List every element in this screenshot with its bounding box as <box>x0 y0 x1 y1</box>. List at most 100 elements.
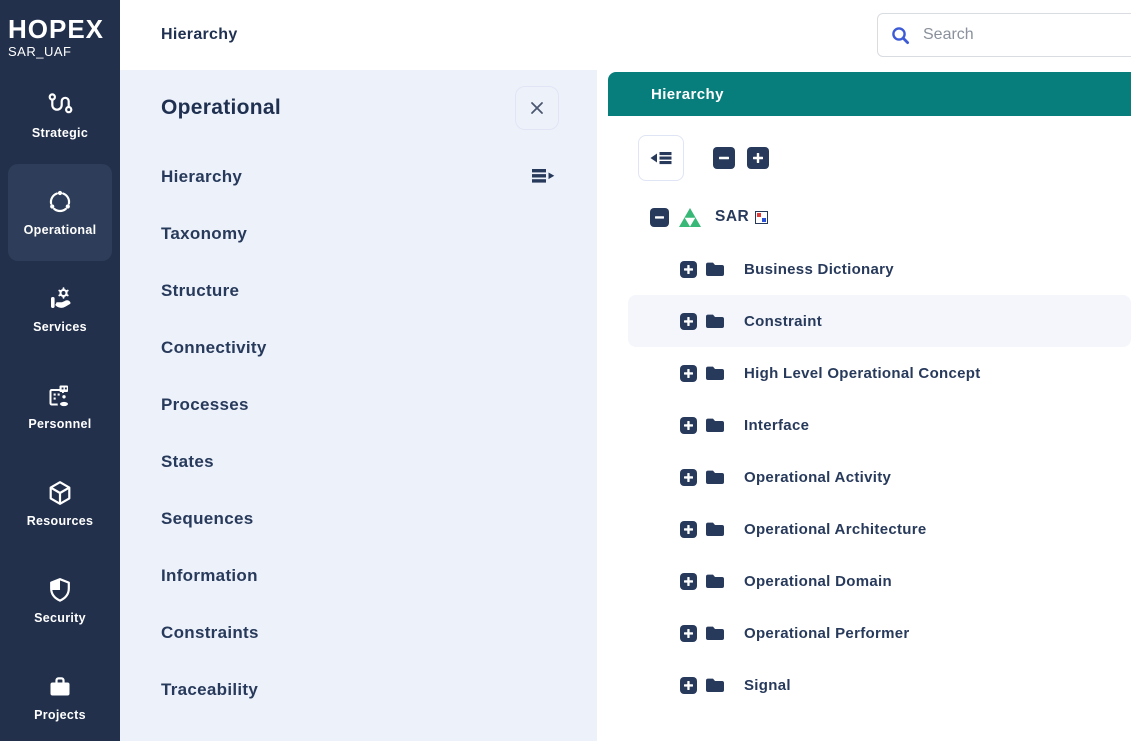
tree-node-label[interactable]: Interface <box>744 417 809 434</box>
open-list-icon[interactable] <box>531 166 557 188</box>
sidebar-item-label: Personnel <box>28 417 91 431</box>
expand-node-icon[interactable] <box>680 521 697 538</box>
tree-node-operational-domain[interactable]: Operational Domain <box>628 555 1131 607</box>
main-area: Hierarchy Operational <box>120 0 1131 741</box>
menu-item-label: Traceability <box>161 680 258 700</box>
expand-node-icon[interactable] <box>680 625 697 642</box>
tree-root-row[interactable]: SAR <box>628 191 1131 243</box>
model-triangle-icon <box>679 208 701 227</box>
search-input[interactable] <box>921 25 1131 45</box>
menu-item-information[interactable]: Information <box>120 547 597 604</box>
menu-item-hierarchy[interactable]: Hierarchy <box>120 148 597 205</box>
menu-panel-header: Operational <box>120 86 597 130</box>
shield-icon <box>45 576 75 604</box>
folder-icon <box>704 364 726 382</box>
sidebar-item-operational[interactable]: Operational <box>8 164 112 261</box>
route-icon <box>45 91 75 119</box>
menu-item-constraints[interactable]: Constraints <box>120 604 597 661</box>
expand-node-icon[interactable] <box>680 365 697 382</box>
sidebar-nav: Strategic <box>0 67 120 746</box>
sidebar-item-label: Resources <box>27 514 94 528</box>
folder-icon <box>704 260 726 278</box>
close-icon <box>527 98 547 118</box>
sidebar-item-label: Services <box>33 320 87 334</box>
menu-item-label: Taxonomy <box>161 224 247 244</box>
collapse-all-button[interactable] <box>713 147 735 169</box>
tree-node-interface[interactable]: Interface <box>628 399 1131 451</box>
sidebar-item-label: Projects <box>34 708 86 722</box>
tree-node-label[interactable]: Signal <box>744 677 791 694</box>
tree-node-label[interactable]: Operational Performer <box>744 625 910 642</box>
sidebar-item-services[interactable]: Services <box>8 261 112 358</box>
hierarchy-panel-title: Hierarchy <box>651 86 724 103</box>
folder-icon <box>704 520 726 538</box>
briefcase-icon <box>45 673 75 701</box>
hierarchy-panel-header: Hierarchy <box>608 72 1131 116</box>
menu-panel-title: Operational <box>161 96 281 120</box>
menu-item-processes[interactable]: Processes <box>120 376 597 433</box>
tree-node-business-dictionary[interactable]: Business Dictionary <box>628 243 1131 295</box>
menu-item-states[interactable]: States <box>120 433 597 490</box>
menu-item-structure[interactable]: Structure <box>120 262 597 319</box>
expand-node-icon[interactable] <box>680 313 697 330</box>
expand-node-icon[interactable] <box>680 417 697 434</box>
app-logo: HOPEX SAR_UAF <box>0 0 120 59</box>
tree-node-label[interactable]: Operational Activity <box>744 469 891 486</box>
tree-toolbar <box>638 135 1131 181</box>
sidebar-item-resources[interactable]: Resources <box>8 455 112 552</box>
logo-subtitle: SAR_UAF <box>8 44 112 59</box>
expand-node-icon[interactable] <box>680 677 697 694</box>
sidebar-item-personnel[interactable]: Personnel <box>8 358 112 455</box>
tree-node-operational-architecture[interactable]: Operational Architecture <box>628 503 1131 555</box>
tree-node-label[interactable]: Operational Domain <box>744 573 892 590</box>
menu-item-sequences[interactable]: Sequences <box>120 490 597 547</box>
collapse-node-icon[interactable] <box>650 208 669 227</box>
sidebar: HOPEX SAR_UAF Strategic <box>0 0 120 741</box>
menu-item-label: Processes <box>161 395 249 415</box>
logo-title: HOPEX <box>8 16 112 43</box>
menu-item-label: Sequences <box>161 509 253 529</box>
tree-node-signal[interactable]: Signal <box>628 659 1131 711</box>
tree-root-label[interactable]: SAR <box>715 208 749 226</box>
menu-item-connectivity[interactable]: Connectivity <box>120 319 597 376</box>
close-panel-button[interactable] <box>515 86 559 130</box>
sidebar-item-label: Security <box>34 611 86 625</box>
expand-all-button[interactable] <box>747 147 769 169</box>
sidebar-item-label: Operational <box>24 223 97 237</box>
collapse-tree-icon <box>648 145 674 171</box>
sidebar-item-security[interactable]: Security <box>8 552 112 649</box>
hierarchy-tree: SAR Business Dictionary <box>608 191 1131 711</box>
tree-node-label[interactable]: High Level Operational Concept <box>744 365 981 382</box>
sidebar-item-strategic[interactable]: Strategic <box>8 67 112 164</box>
collapse-tree-button[interactable] <box>638 135 684 181</box>
model-status-badge-icon <box>755 211 768 224</box>
global-search[interactable] <box>877 13 1131 57</box>
search-icon <box>890 25 911 46</box>
menu-item-label: Hierarchy <box>161 167 242 187</box>
plus-icon <box>752 152 764 164</box>
tree-node-high-level-operational-concept[interactable]: High Level Operational Concept <box>628 347 1131 399</box>
folder-icon <box>704 624 726 642</box>
tree-node-label[interactable]: Constraint <box>744 313 822 330</box>
tree-node-label[interactable]: Business Dictionary <box>744 261 894 278</box>
menu-item-label: Information <box>161 566 258 586</box>
sidebar-item-label: Strategic <box>32 126 88 140</box>
menu-item-taxonomy[interactable]: Taxonomy <box>120 205 597 262</box>
expand-node-icon[interactable] <box>680 261 697 278</box>
top-header: Hierarchy <box>120 0 1131 70</box>
expand-node-icon[interactable] <box>680 573 697 590</box>
expand-node-icon[interactable] <box>680 469 697 486</box>
content-area: Operational Hierarchy <box>120 70 1131 741</box>
minus-icon <box>718 152 730 164</box>
tree-node-operational-performer[interactable]: Operational Performer <box>628 607 1131 659</box>
operational-menu-panel: Operational Hierarchy <box>120 70 597 741</box>
tree-node-label[interactable]: Operational Architecture <box>744 521 927 538</box>
hand-gear-icon <box>45 285 75 313</box>
menu-item-traceability[interactable]: Traceability <box>120 661 597 718</box>
folder-icon <box>704 572 726 590</box>
tree-node-operational-activity[interactable]: Operational Activity <box>628 451 1131 503</box>
menu-item-label: Connectivity <box>161 338 267 358</box>
folder-icon <box>704 676 726 694</box>
sidebar-item-projects[interactable]: Projects <box>8 649 112 746</box>
tree-node-constraint[interactable]: Constraint <box>628 295 1131 347</box>
